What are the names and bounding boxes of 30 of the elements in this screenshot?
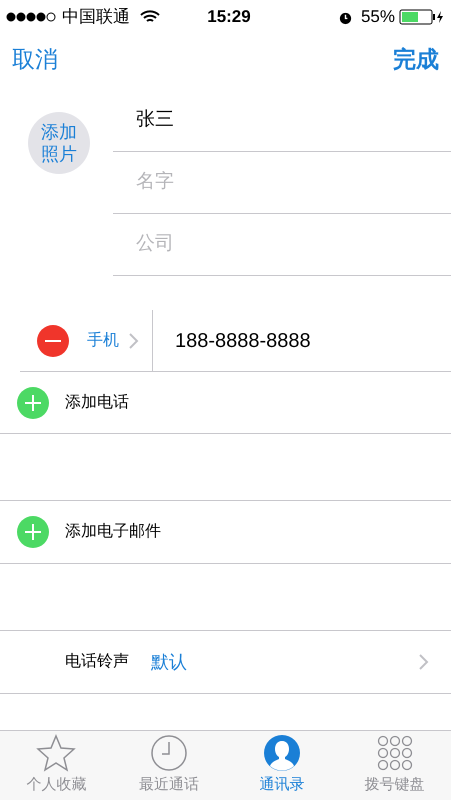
add-photo-button[interactable]: 添加照片: [28, 112, 90, 174]
battery-icon: [399, 9, 445, 25]
cancel-button[interactable]: 取消: [12, 42, 58, 76]
wifi-icon: [140, 10, 160, 24]
clock-icon: [150, 734, 188, 772]
name-field[interactable]: 名字: [113, 168, 451, 197]
status-time: 15:29: [207, 6, 251, 28]
chevron-icon: [129, 332, 139, 348]
tab-button[interactable]: 最近通话: [112, 731, 226, 800]
add-icon[interactable]: [17, 386, 49, 418]
battery-percent: 55%: [360, 6, 395, 28]
add-icon[interactable]: [17, 516, 49, 548]
done-button[interactable]: 完成: [393, 42, 439, 76]
person-icon: [262, 734, 301, 772]
signal-icon: [6, 12, 56, 22]
add-phone-button[interactable]: 添加电话: [0, 372, 451, 434]
name-field[interactable]: 公司: [113, 230, 451, 259]
tab-button[interactable]: 通讯录: [226, 731, 338, 800]
keypad-icon: [376, 734, 414, 772]
name-field[interactable]: 张三: [113, 106, 451, 135]
tab-button[interactable]: 个人收藏: [0, 731, 113, 800]
star-icon: [36, 734, 76, 772]
ringtone-row[interactable]: 电话铃声 默认: [0, 630, 451, 694]
chevron-icon: [419, 654, 429, 670]
remove-icon[interactable]: [37, 324, 69, 356]
tab-button[interactable]: 拨号键盘: [338, 731, 451, 800]
phone-field[interactable]: 188-8888-8888: [175, 326, 451, 356]
carrier-name: 中国联通: [62, 6, 130, 28]
phone-label[interactable]: 手机: [87, 328, 129, 352]
add-email-button[interactable]: 添加电子邮件: [0, 500, 451, 564]
